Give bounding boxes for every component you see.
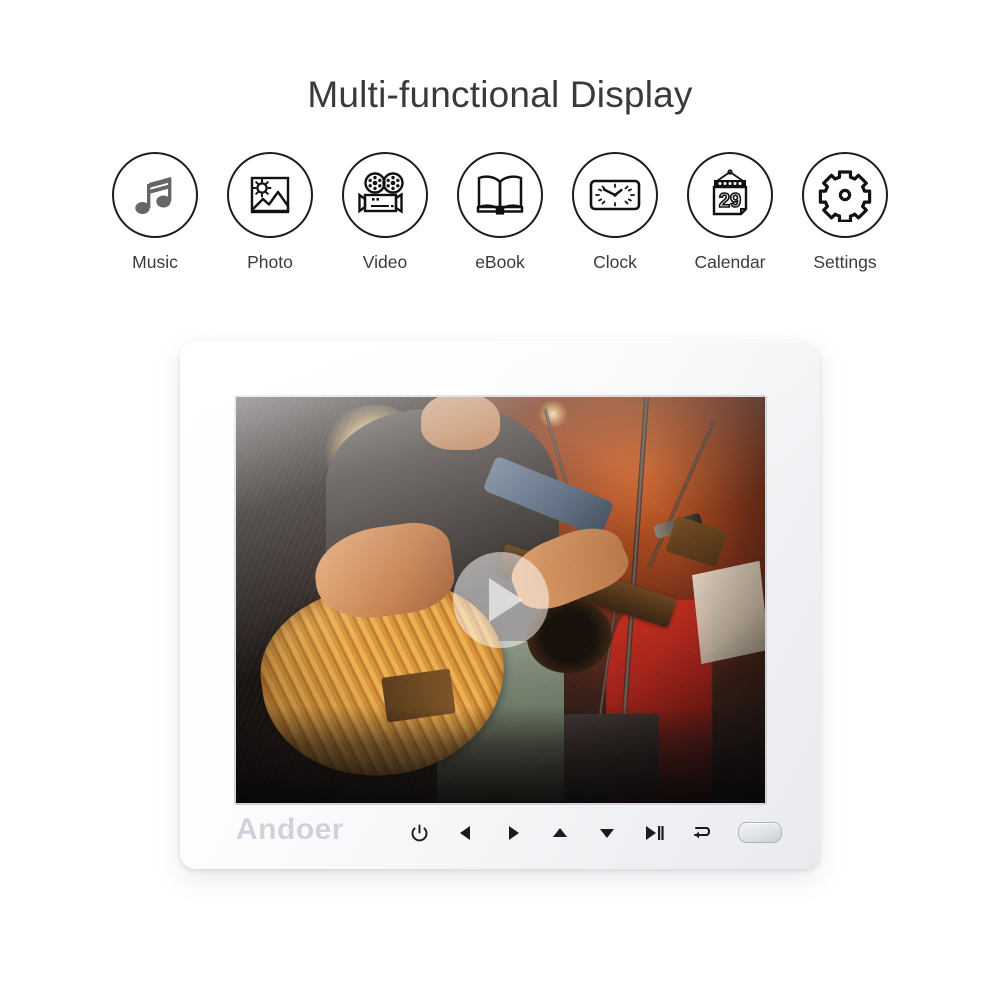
feature-circle-video [342, 152, 428, 238]
feature-icon-row: Music Photo Video eBook Clock 29 Calenda… [103, 152, 897, 273]
digital-photo-frame-device: Andoer [180, 341, 820, 869]
photo-image-icon [245, 170, 295, 220]
return-arrow-icon [691, 824, 711, 842]
open-book-icon [474, 171, 526, 219]
device-control-bar [408, 822, 712, 844]
feature-circle-music [112, 152, 198, 238]
play-triangle [488, 578, 523, 622]
device-screen[interactable] [236, 397, 765, 803]
feature-item-music[interactable]: Music [103, 152, 207, 273]
play-pause-icon [644, 824, 664, 842]
feature-item-photo[interactable]: Photo [218, 152, 322, 273]
left-arrow-icon [457, 824, 475, 842]
feature-label-photo: Photo [247, 252, 293, 272]
feature-item-video[interactable]: Video [333, 152, 437, 273]
page-title: Multi-functional Display [307, 74, 693, 115]
feature-item-ebook[interactable]: eBook [448, 152, 552, 273]
movie-camera-icon [358, 170, 412, 220]
feature-circle-photo [227, 152, 313, 238]
right-button[interactable] [502, 822, 524, 844]
up-arrow-icon [551, 824, 569, 842]
power-icon [410, 823, 429, 843]
ir-sensor [738, 822, 782, 843]
right-arrow-icon [504, 824, 522, 842]
calendar-icon: 29 [704, 169, 756, 221]
play-pause-button[interactable] [643, 822, 665, 844]
return-button[interactable] [690, 822, 712, 844]
feature-label-clock: Clock [593, 252, 637, 272]
feature-item-clock[interactable]: Clock [563, 152, 667, 273]
feature-label-ebook: eBook [475, 252, 525, 272]
feature-item-settings[interactable]: Settings [793, 152, 897, 273]
play-button-icon[interactable] [452, 552, 549, 648]
clock-icon [587, 173, 643, 217]
down-button[interactable] [596, 822, 618, 844]
feature-circle-ebook [457, 152, 543, 238]
feature-circle-settings [802, 152, 888, 238]
screen-bezel-well [234, 395, 767, 805]
feature-circle-calendar: 29 [687, 152, 773, 238]
music-note-icon [131, 171, 179, 219]
feature-item-calendar[interactable]: 29 Calendar [678, 152, 782, 273]
calendar-day-number: 29 [719, 190, 741, 212]
feature-label-settings: Settings [813, 252, 877, 272]
left-button[interactable] [455, 822, 477, 844]
feature-label-video: Video [362, 252, 408, 272]
feature-label-music: Music [132, 252, 178, 272]
brand-logo: Andoer [236, 813, 344, 846]
up-button[interactable] [549, 822, 571, 844]
gear-icon [818, 168, 872, 222]
power-button[interactable] [408, 822, 430, 844]
feature-label-calendar: Calendar [694, 252, 766, 272]
down-arrow-icon [598, 824, 616, 842]
feature-circle-clock [572, 152, 658, 238]
